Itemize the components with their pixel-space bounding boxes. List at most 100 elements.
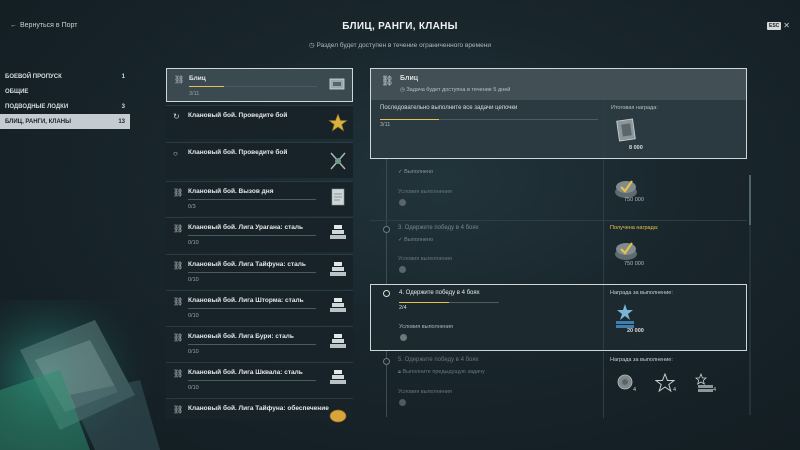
step-status: 🔒︎ Выполните предыдущую задачу: [398, 369, 485, 376]
coin-icon: [329, 409, 347, 423]
step-4-active: 4. Одержите победу в 4 боях 2/4 Условия …: [370, 284, 747, 351]
steel-icon: [330, 334, 346, 348]
chain-link-icon: ⛓: [174, 75, 185, 84]
task-name: Блиц: [189, 75, 206, 82]
step-reward-amount: 750 000: [624, 197, 644, 203]
availability-text: Задача будет доступна в течение 5 дней: [406, 87, 511, 93]
chain-summary: ⛓ Блиц ◷ Задача будет доступна в течение…: [370, 68, 747, 159]
step-status-text: Выполните предыдущую задачу: [402, 369, 485, 375]
step-3-completed: 3. Одержите победу в 4 боях ✓ Выполнено …: [370, 221, 747, 284]
reward-crate-icon: [616, 118, 636, 142]
task-name: Клановый бой. Лига Шквала: сталь: [188, 369, 303, 376]
divider: [603, 159, 604, 221]
sidebar-item-count: 13: [118, 118, 125, 125]
step-5-locked: 5. Одержите победу в 4 боях 🔒︎ Выполните…: [370, 352, 747, 418]
task-progress-text: 3/11: [189, 91, 200, 97]
close-icon: ✕: [783, 21, 790, 30]
step-reward-amount: 20 000: [627, 328, 644, 334]
steel-icon: [330, 298, 346, 312]
decorative-artwork: [0, 300, 160, 450]
task-progress-bar: [188, 344, 316, 345]
document-icon: [331, 188, 345, 206]
step-reward-label: Награда за выполнение:: [610, 357, 673, 363]
star-bars-reward-icon: [695, 373, 713, 392]
sidebar-item-label: ОБЩИЕ: [5, 88, 29, 95]
task-card-tempest-steel[interactable]: ⛓ Клановый бой. Лига Бури: сталь 0/10: [166, 326, 353, 361]
step-status: ✓ Выполнено: [398, 237, 433, 243]
clock-icon: ◷: [309, 42, 315, 49]
task-card-blitz[interactable]: ⛓ Блиц 3/11: [166, 68, 353, 102]
step-conditions-label: Условия выполнения: [398, 256, 452, 262]
task-card-clan-battle-1[interactable]: ↻ Клановый бой. Проведите бой: [166, 105, 353, 139]
task-progress-bar: [188, 272, 316, 273]
task-card-typhoon-supply[interactable]: ⛓ Клановый бой. Лига Тайфуна: обеспечени…: [166, 398, 353, 423]
detail-scrollbar[interactable]: [749, 175, 751, 415]
step-conditions-label: Условия выполнения: [399, 324, 453, 330]
step-title: 5. Одержите победу в 4 боях: [398, 357, 479, 363]
task-card-clan-battle-2[interactable]: ○ Клановый бой. Проведите бой: [166, 142, 353, 178]
task-progress-bar: [188, 235, 316, 236]
task-progress-text: 0/10: [188, 385, 199, 391]
sidebar-item-general[interactable]: ОБЩИЕ: [0, 84, 130, 99]
chain-link-icon: ⛓: [173, 405, 184, 414]
chain-link-icon: ⛓: [173, 261, 184, 270]
reward-count: 4: [713, 387, 717, 393]
chain-title: Блиц: [400, 75, 419, 82]
task-card-storm-steel[interactable]: ⛓ Клановый бой. Лига Шторма: сталь 0/10: [166, 290, 353, 325]
step-dot: [383, 358, 390, 365]
chain-progress-bar: [380, 119, 598, 120]
step-title: 4. Одержите победу в 4 боях: [399, 290, 480, 296]
step-progress-bar: [399, 302, 499, 303]
step-status: ✓ Выполнено: [398, 169, 433, 175]
task-progress-bar: [188, 199, 316, 200]
flags-icon: [330, 152, 346, 170]
sidebar-item-battle-pass[interactable]: БОЕВОЙ ПРОПУСК 1: [0, 69, 130, 84]
sidebar-item-submarines[interactable]: ПОДВОДНЫЕ ЛОДКИ 3: [0, 99, 130, 114]
step-reward-label: Награда за выполнение:: [610, 290, 673, 296]
task-card-daily-challenge[interactable]: ⛓ Клановый бой. Вызов дня 0/3: [166, 181, 353, 216]
star-outline-reward-icon: [655, 373, 675, 393]
divider: [603, 221, 604, 284]
divider: [603, 285, 604, 350]
task-progress-text: 0/10: [188, 313, 199, 319]
chain-link-icon: ⛓: [173, 224, 184, 233]
task-card-typhoon-steel[interactable]: ⛓ Клановый бой. Лига Тайфуна: сталь 0/10: [166, 254, 353, 289]
divider: [603, 352, 604, 418]
task-progress-bar: [188, 380, 316, 381]
condition-icon: [399, 199, 406, 206]
sidebar-item-blitz-ranks-clans[interactable]: БЛИЦ, РАНГИ, КЛАНЫ 13: [0, 114, 130, 129]
refresh-icon: ↻: [173, 112, 180, 121]
task-name: Клановый бой. Проведите бой: [188, 149, 288, 156]
free-xp-reward-icon: [616, 304, 634, 328]
chain-link-icon: ⛓: [173, 333, 184, 342]
chain-instruction: Последовательно выполните все задачи цеп…: [380, 105, 518, 111]
step-dot: [383, 290, 390, 297]
task-progress-bar: [189, 86, 317, 87]
circle-icon: ○: [173, 149, 178, 158]
scrollbar-thumb[interactable]: [749, 175, 751, 225]
availability-notice: ◷ Задача будет доступна в течение 5 дней: [400, 87, 510, 93]
step-status-text: Выполнено: [404, 169, 434, 175]
chain-link-icon: ⛓: [173, 188, 184, 197]
chain-header: [371, 69, 746, 100]
subtitle-text: Раздел будет доступен в течение ограниче…: [316, 42, 491, 49]
close-button[interactable]: ESC ✕: [767, 21, 790, 30]
task-name: Клановый бой. Вызов дня: [188, 188, 274, 195]
esc-key-label: ESC: [767, 21, 782, 30]
credits-reward-icon: [615, 242, 637, 260]
step-conditions-label: Условия выполнения: [398, 189, 452, 195]
sidebar-item-label: БОЕВОЙ ПРОПУСК: [5, 73, 62, 80]
category-sidebar: БОЕВОЙ ПРОПУСК 1 ОБЩИЕ ПОДВОДНЫЕ ЛОДКИ 3…: [0, 69, 130, 129]
sidebar-item-count: 3: [121, 103, 125, 110]
task-name: Клановый бой. Лига Урагана: сталь: [188, 224, 303, 231]
step-conditions-label: Условия выполнения: [398, 389, 452, 395]
divider: [604, 100, 605, 158]
task-card-squall-steel[interactable]: ⛓ Клановый бой. Лига Шквала: сталь 0/10: [166, 362, 353, 397]
condition-icon: [400, 334, 407, 341]
reward-count: 4: [633, 387, 637, 393]
signal-flag-reward-icon: [617, 374, 633, 390]
task-name: Клановый бой. Лига Шторма: сталь: [188, 297, 304, 304]
task-card-hurricane-steel[interactable]: ⛓ Клановый бой. Лига Урагана: сталь 0/10: [166, 217, 353, 252]
step-status-text: Выполнено: [404, 237, 434, 243]
step-completed-prev: ✓ Выполнено Условия выполнения 750 000: [370, 159, 747, 221]
